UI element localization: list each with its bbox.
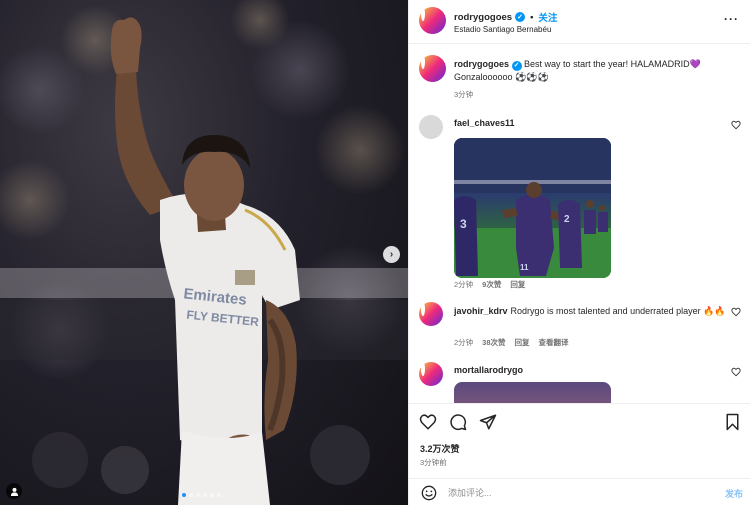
like-heart-icon[interactable] bbox=[419, 413, 437, 431]
verified-icon: ✓ bbox=[511, 61, 522, 71]
caption-avatar[interactable] bbox=[419, 55, 446, 82]
comment-input[interactable] bbox=[448, 483, 708, 503]
carousel-dot bbox=[196, 493, 200, 497]
bookmark-icon[interactable] bbox=[724, 413, 741, 431]
verified-icon: ✓ bbox=[515, 12, 526, 22]
post-location[interactable]: Estadio Santiago Bernabéu bbox=[454, 25, 551, 34]
tagged-user-icon[interactable] bbox=[6, 483, 22, 499]
author-row: rodrygogoes ✓ • 关注 bbox=[454, 10, 557, 25]
more-options-icon[interactable]: ··· bbox=[724, 12, 739, 26]
comment-meta: 2分钟 38次赞 回复 查看翻译 bbox=[454, 337, 569, 348]
comment-image[interactable]: 3 2 11 bbox=[454, 138, 611, 278]
commenter-avatar[interactable] bbox=[419, 362, 443, 386]
comment-composer: 发布 bbox=[409, 478, 750, 505]
comment-likes[interactable]: 38次赞 bbox=[482, 337, 505, 348]
commenter-username[interactable]: javohir_kdrv bbox=[454, 306, 508, 316]
post-actions: 3.2万次赞 3分钟前 bbox=[409, 403, 750, 473]
post-detail-panel: rodrygogoes ✓ • 关注 Estadio Santiago Bern… bbox=[408, 0, 750, 505]
comment-like-heart-icon[interactable] bbox=[731, 307, 741, 317]
comment-body: Rodrygo is most talented and underrated … bbox=[510, 306, 726, 316]
likes-count[interactable]: 3.2万次赞 bbox=[420, 442, 460, 455]
post-comment-button[interactable]: 发布 bbox=[725, 487, 743, 500]
comment-meta: 2分钟 9次赞 回复 bbox=[454, 279, 525, 290]
comments-feed[interactable]: rodrygogoes ✓ Best way to start the year… bbox=[409, 45, 750, 403]
comment-icon[interactable] bbox=[449, 413, 467, 431]
player-figure: Emirates FLY BETTER bbox=[110, 17, 300, 505]
comment-like-heart-icon[interactable] bbox=[731, 367, 741, 377]
post-header: rodrygogoes ✓ • 关注 Estadio Santiago Bern… bbox=[409, 0, 750, 44]
author-username[interactable]: rodrygogoes bbox=[454, 12, 512, 23]
carousel-dot bbox=[189, 493, 193, 497]
separator-dot: • bbox=[530, 11, 534, 23]
comment-item: javohir_kdrv Rodrygo is most talented and… bbox=[419, 302, 749, 352]
translate-button[interactable]: 查看翻译 bbox=[539, 337, 569, 348]
next-photo-chevron-right-icon[interactable]: › bbox=[383, 246, 400, 263]
caption-text: rodrygogoes ✓ Best way to start the year… bbox=[454, 58, 729, 83]
comment-time: 2分钟 bbox=[454, 280, 474, 289]
carousel-dot bbox=[217, 493, 221, 497]
emoji-icon[interactable] bbox=[421, 485, 437, 501]
carousel-dot bbox=[210, 493, 214, 497]
post-photo[interactable]: Emirates FLY BETTER › bbox=[0, 0, 408, 505]
comment-item: mortallarodrygo bbox=[419, 362, 749, 403]
comment-text: javohir_kdrv Rodrygo is most talented and… bbox=[454, 305, 726, 317]
post-timestamp: 3分钟前 bbox=[420, 458, 447, 467]
commenter-username[interactable]: fael_chaves11 bbox=[454, 118, 515, 128]
comment-likes[interactable]: 9次赞 bbox=[482, 279, 501, 290]
carousel-dot bbox=[203, 493, 207, 497]
commenter-username[interactable]: mortallarodrygo bbox=[454, 365, 523, 375]
commenter-avatar[interactable] bbox=[419, 302, 443, 326]
caption-time: 3分钟 bbox=[454, 90, 474, 99]
svg-text:11: 11 bbox=[520, 263, 529, 272]
share-icon[interactable] bbox=[479, 413, 497, 431]
carousel-dot bbox=[182, 493, 186, 497]
author-avatar[interactable] bbox=[419, 7, 446, 34]
comment-image[interactable] bbox=[454, 382, 611, 403]
svg-text:3: 3 bbox=[460, 217, 467, 231]
svg-text:2: 2 bbox=[564, 214, 570, 225]
comment-item: fael_chaves11 3 2 11 2分钟 9次赞 回复 bbox=[419, 115, 749, 289]
comment-like-heart-icon[interactable] bbox=[731, 120, 741, 130]
comment-time: 2分钟 bbox=[454, 338, 474, 347]
follow-button[interactable]: 关注 bbox=[538, 10, 557, 24]
reply-button[interactable]: 回复 bbox=[510, 279, 525, 290]
reply-button[interactable]: 回复 bbox=[515, 337, 530, 348]
caption-username[interactable]: rodrygogoes bbox=[454, 59, 509, 69]
commenter-avatar[interactable] bbox=[419, 115, 443, 139]
carousel-dots bbox=[182, 493, 221, 497]
